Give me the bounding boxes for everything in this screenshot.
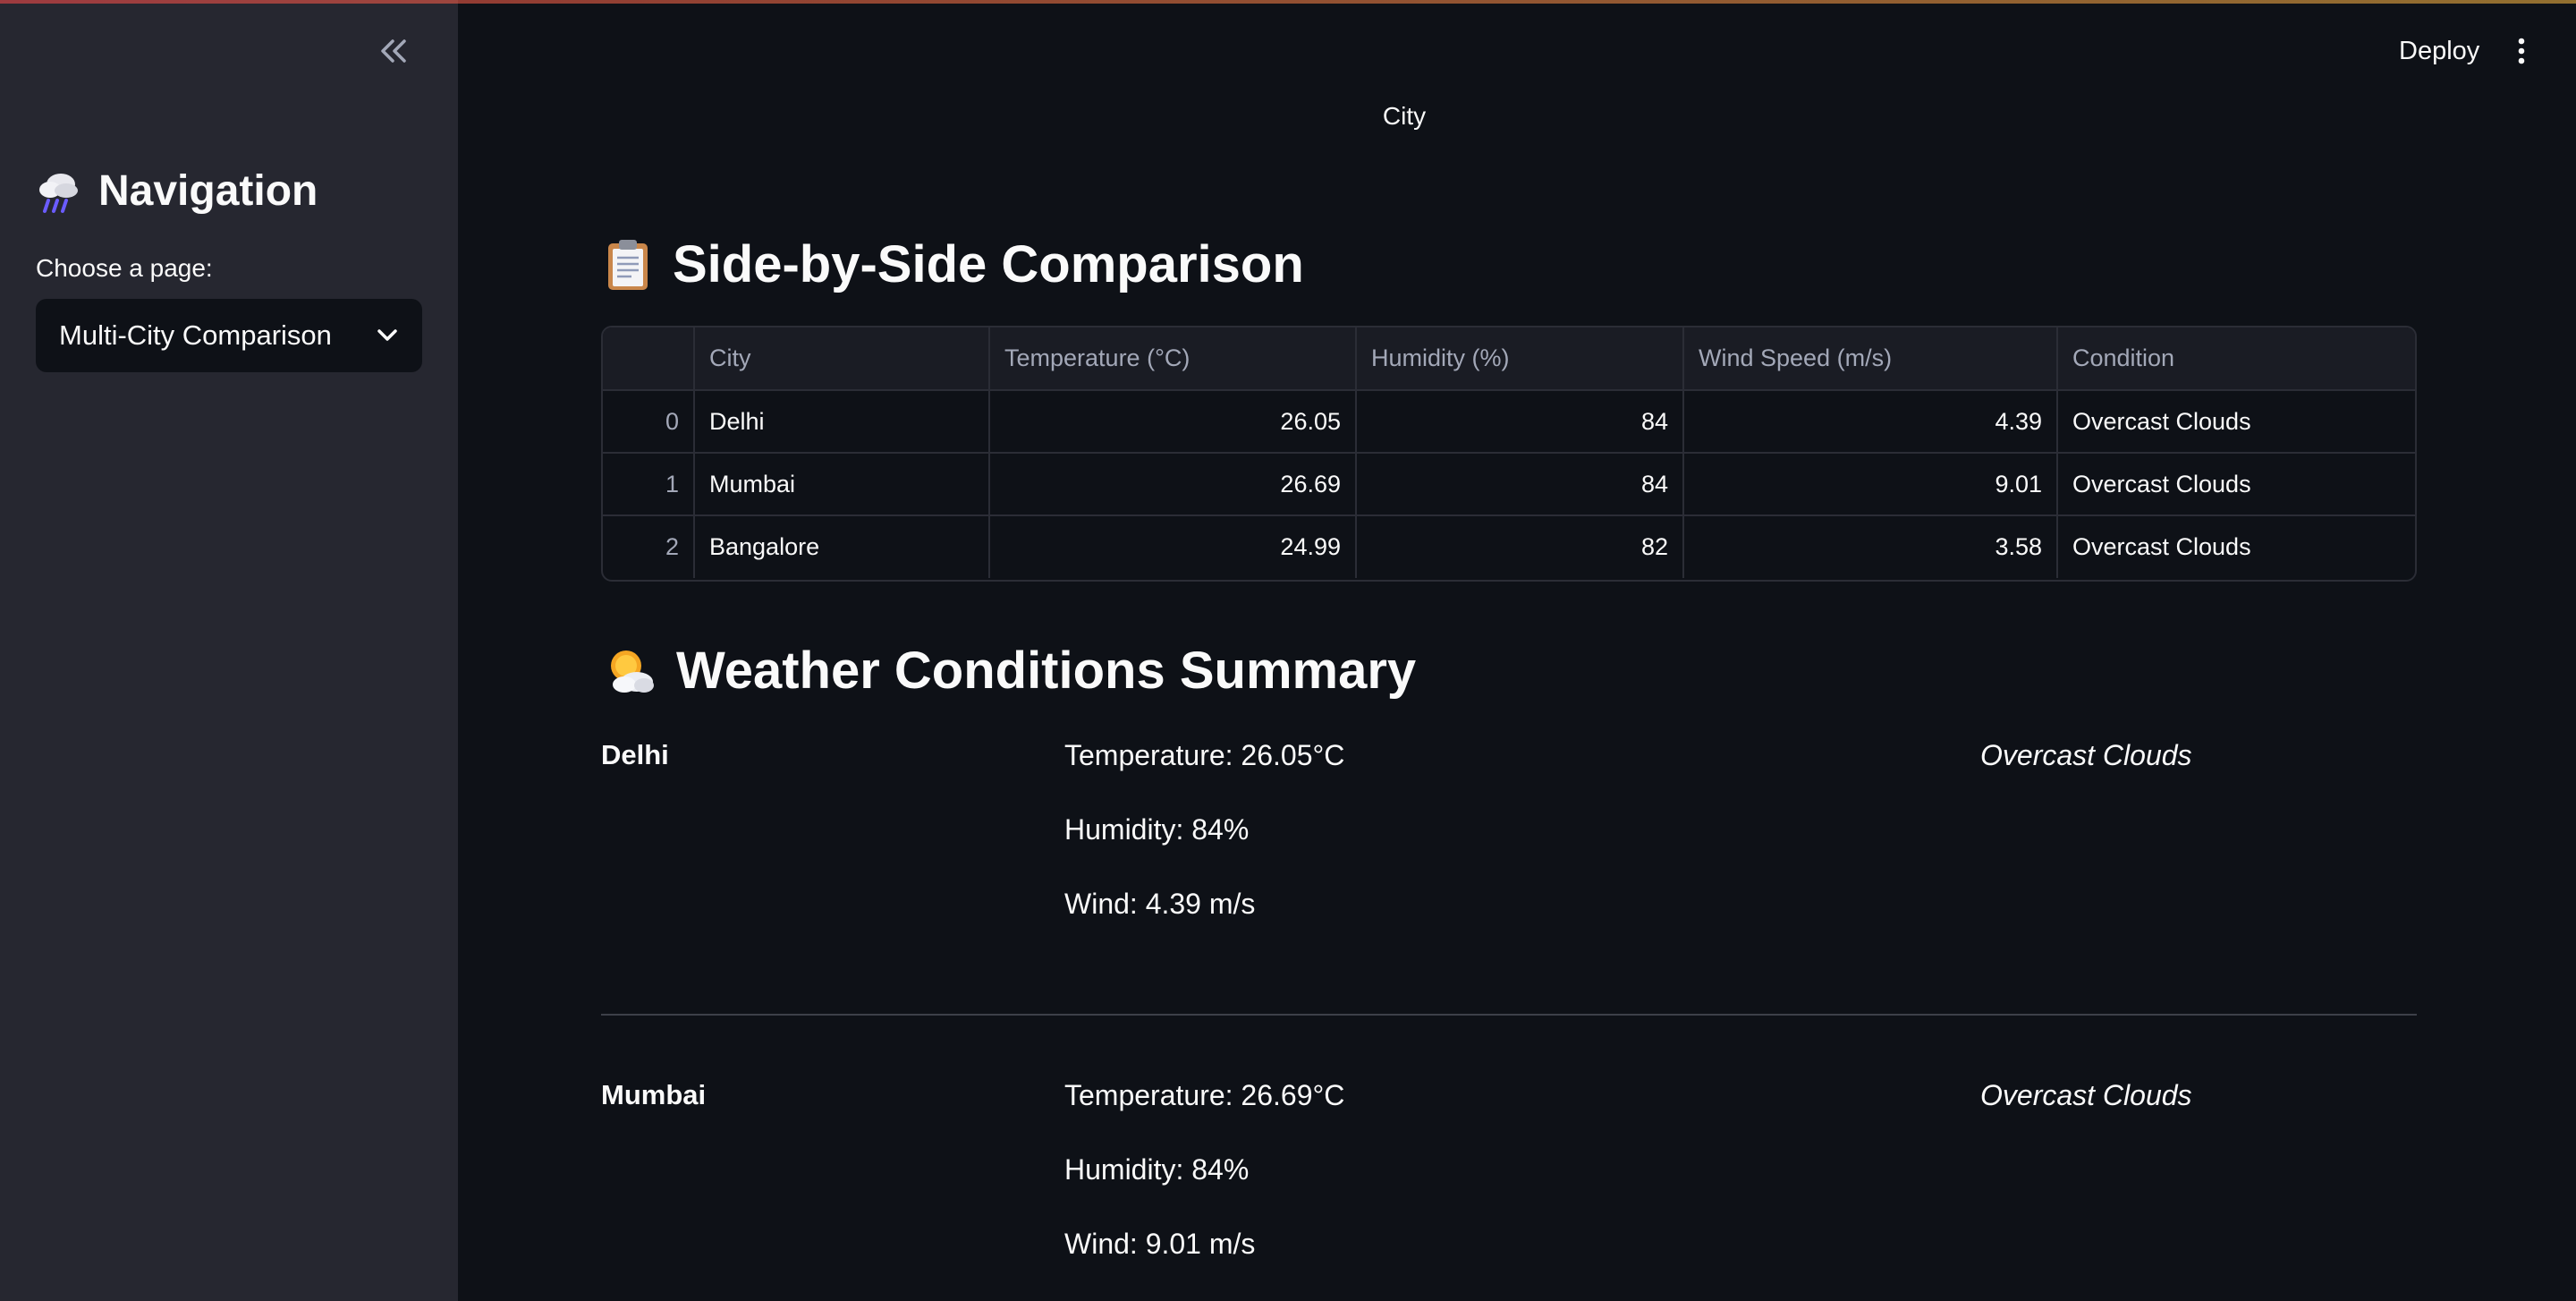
column-header-city[interactable]: City (694, 327, 990, 391)
deploy-button[interactable]: Deploy (2383, 27, 2496, 75)
summary-condition: Overcast Clouds (1980, 1079, 2192, 1111)
cell-city[interactable]: Bangalore (694, 515, 990, 578)
column-header-index[interactable] (603, 327, 695, 391)
city-label: City (1382, 102, 1427, 130)
row-index[interactable]: 2 (603, 515, 695, 578)
table-row: 0 Delhi 26.05 84 4.39 Overcast Clouds (603, 390, 2415, 454)
cell-wind-speed[interactable]: 3.58 (1683, 515, 2058, 578)
column-header-wind-speed[interactable]: Wind Speed (m/s) (1683, 327, 2058, 391)
cell-humidity[interactable]: 84 (1356, 390, 1684, 454)
row-index[interactable]: 1 (603, 453, 695, 516)
row-index[interactable]: 0 (603, 390, 695, 454)
cell-condition[interactable]: Overcast Clouds (2057, 453, 2415, 516)
table-row: 1 Mumbai 26.69 84 9.01 Overcast Clouds (603, 453, 2415, 516)
summary-humidity: Humidity: 84% (1064, 813, 1250, 846)
summary-temperature: Temperature: 26.69°C (1064, 1079, 1345, 1111)
summary-heading-text: Weather Conditions Summary (676, 642, 1417, 700)
page-select-label: Choose a page: (36, 254, 213, 282)
sidebar-title-text: Navigation (98, 167, 318, 215)
summary-heading: Weather Conditions Summary (603, 641, 1416, 701)
sidebar-title: Navigation (36, 166, 318, 216)
comparison-heading: Side-by-Side Comparison (603, 234, 1304, 294)
cell-wind-speed[interactable]: 9.01 (1683, 453, 2058, 516)
collapse-sidebar-button[interactable] (367, 30, 420, 72)
cell-condition[interactable]: Overcast Clouds (2057, 390, 2415, 454)
summary-condition: Overcast Clouds (1980, 739, 2192, 771)
cell-wind-speed[interactable]: 4.39 (1683, 390, 2058, 454)
summary-wind: Wind: 4.39 m/s (1064, 888, 1256, 920)
top-decoration-bar (0, 0, 2576, 4)
comparison-heading-text: Side-by-Side Comparison (673, 235, 1304, 293)
summary-temperature: Temperature: 26.05°C (1064, 739, 1345, 771)
page-select-value: Multi-City Comparison (59, 319, 332, 351)
cell-humidity[interactable]: 82 (1356, 515, 1684, 578)
cell-humidity[interactable]: 84 (1356, 453, 1684, 516)
summary-humidity: Humidity: 84% (1064, 1153, 1250, 1186)
cell-temperature[interactable]: 24.99 (989, 515, 1357, 578)
table-header-row: City Temperature (°C) Humidity (%) Wind … (603, 327, 2415, 391)
cell-city[interactable]: Delhi (694, 390, 990, 454)
cloud-rain-icon (39, 173, 78, 213)
summary-city-name: Delhi (601, 739, 669, 770)
cell-city[interactable]: Mumbai (694, 453, 990, 516)
summary-wind: Wind: 9.01 m/s (1064, 1228, 1256, 1260)
summary-divider (601, 1014, 2417, 1016)
sidebar: Navigation Choose a page: Multi-City Com… (0, 0, 458, 1301)
column-header-condition[interactable]: Condition (2057, 327, 2415, 391)
sun-behind-cloud-icon (611, 650, 654, 693)
chevron-down-icon (377, 329, 397, 341)
double-chevron-left-icon (381, 39, 406, 63)
cell-condition[interactable]: Overcast Clouds (2057, 515, 2415, 578)
vertical-dots-icon (2518, 38, 2525, 64)
clipboard-icon (608, 239, 648, 290)
comparison-table[interactable]: City Temperature (°C) Humidity (%) Wind … (601, 326, 2417, 582)
page-select[interactable]: Multi-City Comparison (36, 299, 422, 372)
cell-temperature[interactable]: 26.05 (989, 390, 1357, 454)
summary-city-name: Mumbai (601, 1079, 707, 1110)
cell-temperature[interactable]: 26.69 (989, 453, 1357, 516)
main-menu-button[interactable] (2501, 27, 2542, 75)
column-header-temperature[interactable]: Temperature (°C) (989, 327, 1357, 391)
table-row: 2 Bangalore 24.99 82 3.58 Overcast Cloud… (603, 515, 2415, 578)
column-header-humidity[interactable]: Humidity (%) (1356, 327, 1684, 391)
